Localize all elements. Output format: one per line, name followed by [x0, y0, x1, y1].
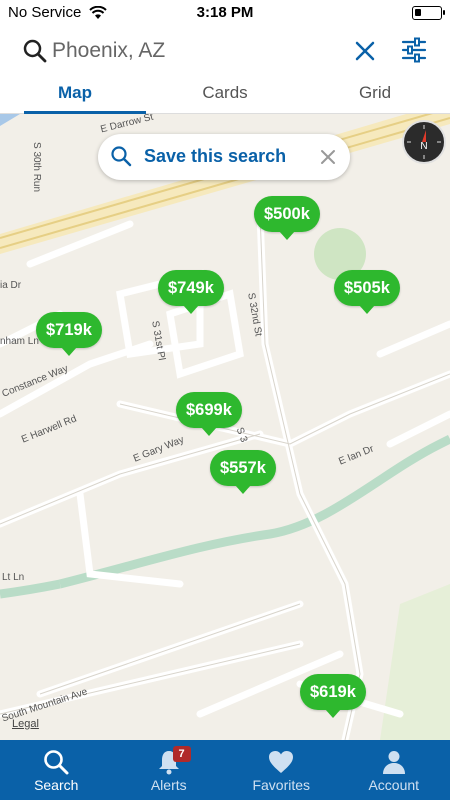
save-search-button[interactable]: Save this search — [98, 134, 350, 180]
street-label: nham Ln — [0, 336, 39, 347]
legal-link[interactable]: Legal — [12, 718, 39, 730]
person-icon — [382, 751, 405, 774]
tab-grid[interactable]: Grid — [300, 76, 450, 113]
street-label: S 30th Run — [31, 142, 42, 193]
compass-button[interactable]: N — [402, 120, 446, 164]
street-label: Lt Ln — [2, 572, 25, 583]
tab-cards[interactable]: Cards — [150, 76, 300, 113]
compass-icon: N — [407, 125, 441, 159]
price-pin[interactable]: $719k — [36, 312, 102, 348]
price-pin[interactable]: $749k — [158, 270, 224, 306]
svg-text:N: N — [420, 141, 427, 152]
map-view[interactable]: E Darrow St S 30th Run S 32nd St S 31st … — [0, 114, 450, 740]
tab-account[interactable]: Account — [338, 740, 450, 800]
status-bar: No Service 3:18 PM — [0, 0, 450, 26]
heart-icon — [269, 751, 294, 773]
alerts-badge: 7 — [172, 746, 191, 762]
search-bar[interactable]: Phoenix, AZ — [0, 30, 450, 74]
tab-label: Favorites — [252, 777, 311, 793]
tab-label: Search — [34, 777, 79, 793]
tab-label: Account — [368, 777, 420, 793]
search-icon — [44, 750, 69, 775]
price-pin[interactable]: $557k — [210, 450, 276, 486]
price-pin[interactable]: $500k — [254, 196, 320, 232]
price-pin[interactable]: $619k — [300, 674, 366, 710]
filter-sliders-icon[interactable] — [400, 36, 428, 64]
battery-icon — [412, 6, 445, 20]
clear-search-icon[interactable] — [352, 38, 378, 64]
search-input[interactable]: Phoenix, AZ — [52, 39, 165, 63]
tab-map[interactable]: Map — [0, 76, 150, 114]
tab-search[interactable]: Search — [0, 740, 113, 800]
view-tabs: Map Cards Grid — [0, 76, 450, 114]
close-icon[interactable] — [320, 149, 336, 165]
tab-favorites[interactable]: Favorites — [225, 740, 338, 800]
search-icon — [23, 39, 47, 63]
price-pin[interactable]: $699k — [176, 392, 242, 428]
tab-alerts[interactable]: 7 Alerts — [113, 740, 226, 800]
street-label: ia Dr — [0, 280, 22, 291]
price-pin[interactable]: $505k — [334, 270, 400, 306]
bottom-tab-bar: Search 7 Alerts Favorites Account — [0, 740, 450, 800]
save-search-label: Save this search — [144, 146, 287, 166]
tab-label: Alerts — [150, 777, 187, 793]
status-time: 3:18 PM — [196, 4, 254, 21]
search-icon — [111, 146, 132, 167]
